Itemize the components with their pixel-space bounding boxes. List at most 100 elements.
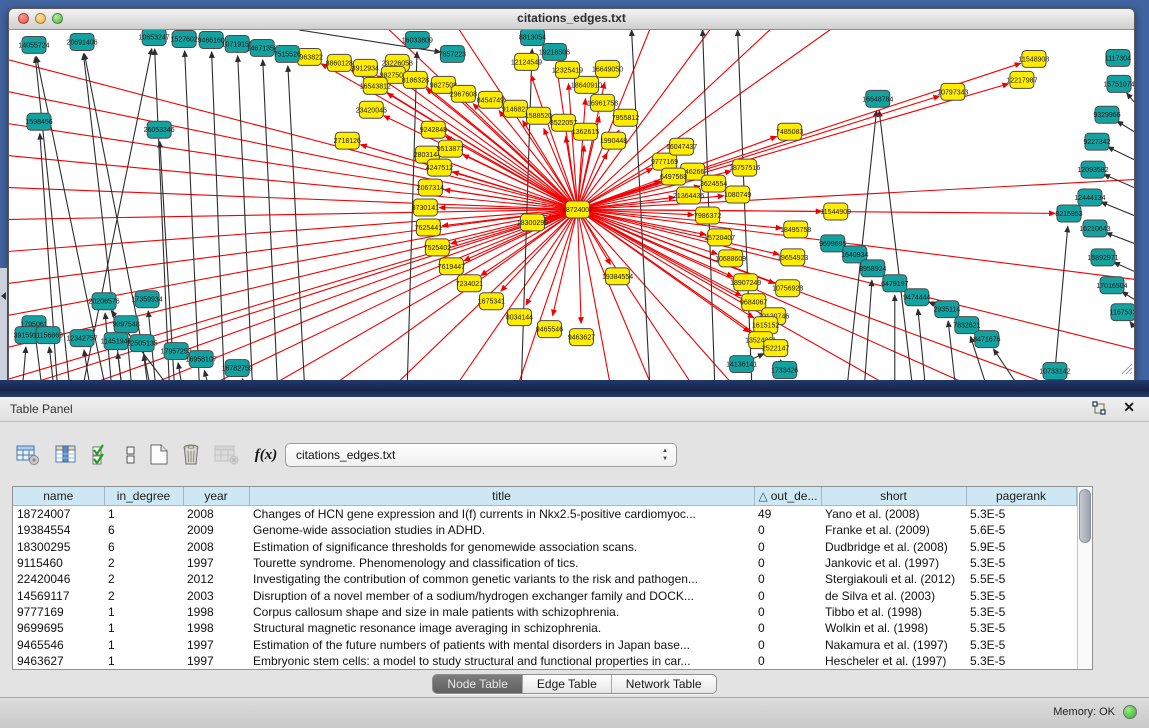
table-cell[interactable]: 2 (104, 555, 183, 571)
graph-node[interactable]: 2067314 (417, 179, 444, 196)
graph-node[interactable]: 12325419 (552, 61, 583, 78)
graph-node[interactable]: 16047437 (666, 138, 697, 155)
graph-node[interactable]: 8860128 (326, 54, 353, 71)
column-header[interactable]: title (249, 487, 754, 506)
table-cell[interactable]: 9777169 (13, 604, 104, 620)
memory-status-indicator[interactable] (1123, 705, 1137, 719)
table-cell[interactable]: 1997 (183, 636, 249, 652)
table-cell[interactable]: 0 (754, 620, 821, 636)
table-cell[interactable]: 2008 (183, 506, 249, 523)
table-cell[interactable]: 5.9E-5 (966, 539, 1076, 555)
table-cell[interactable]: 5.3E-5 (966, 604, 1076, 620)
graph-node[interactable]: 7485083 (776, 123, 803, 140)
table-cell[interactable]: 1997 (183, 653, 249, 669)
graph-node[interactable]: 16543812 (360, 77, 391, 94)
graph-node[interactable]: 1527602 (171, 30, 198, 47)
panel-divider[interactable] (0, 268, 7, 380)
column-header[interactable]: in_degree (104, 487, 183, 506)
table-cell[interactable]: 5.6E-5 (966, 522, 1076, 538)
graph-node[interactable]: 14055724 (18, 36, 49, 53)
table-cell[interactable]: Yano et al. (2008) (821, 506, 966, 523)
column-header[interactable]: name (13, 487, 104, 506)
table-cell[interactable]: 18300295 (13, 539, 104, 555)
table-cell[interactable]: 0 (754, 555, 821, 571)
graph-node[interactable]: 9777169 (651, 153, 678, 170)
graph-node[interactable]: 7986372 (694, 207, 721, 224)
table-row[interactable]: 2242004622012Investigating the contribut… (13, 571, 1076, 587)
graph-node[interactable]: 6497568 (660, 168, 687, 185)
table-cell[interactable]: 1998 (183, 604, 249, 620)
graph-node[interactable]: 16782759 (222, 360, 253, 377)
table-cell[interactable]: 5.3E-5 (966, 555, 1076, 571)
row-height-icon[interactable] (122, 441, 148, 469)
resize-grip-icon[interactable] (1119, 361, 1133, 380)
table-cell[interactable]: 9115460 (13, 555, 104, 571)
table-cell[interactable]: Embryonic stem cells: a model to study s… (249, 653, 754, 669)
graph-node[interactable]: 7955812 (612, 109, 639, 126)
table-cell[interactable]: 2012 (183, 571, 249, 587)
table-row[interactable]: 911546021997Tourette syndrome. Phenomeno… (13, 555, 1076, 571)
table-cell[interactable]: Estimation of significance thresholds fo… (249, 539, 754, 555)
graph-node[interactable]: 20691406 (66, 33, 97, 50)
graph-node[interactable]: 11548908 (1019, 50, 1050, 67)
table-cell[interactable]: Tourette syndrome. Phenomenology and cla… (249, 555, 754, 571)
graph-node[interactable]: 9329966 (1093, 106, 1120, 123)
table-cell[interactable]: Estimation of the future numbers of pati… (249, 636, 754, 652)
graph-node[interactable]: 18724007 (562, 201, 593, 218)
graph-node[interactable]: 9227342 (1083, 133, 1110, 150)
graph-node[interactable]: 18640910 (571, 76, 602, 93)
table-cell[interactable]: Franke et al. (2009) (821, 522, 966, 538)
table-cell[interactable]: Wolkin et al. (1998) (821, 620, 966, 636)
table-cell[interactable]: 2 (104, 571, 183, 587)
table-cell[interactable]: 9463627 (13, 653, 104, 669)
graph-node[interactable]: 8958924 (859, 260, 886, 277)
graph-node[interactable]: 12505135 (127, 335, 158, 352)
graph-node[interactable]: 17016504 (1096, 277, 1127, 294)
graph-node[interactable]: 1598456 (25, 113, 52, 130)
graph-node[interactable]: 9513877 (437, 140, 464, 157)
graph-node[interactable]: 2935114 (933, 301, 960, 318)
graph-node[interactable]: 8215953 (1055, 205, 1082, 222)
table-cell[interactable]: 0 (754, 636, 821, 652)
table-row[interactable]: 1456911722003Disruption of a novel membe… (13, 587, 1076, 603)
graph-node[interactable]: 1733426 (771, 362, 798, 379)
graph-node[interactable]: 4247512 (426, 159, 453, 176)
graph-node[interactable]: 12124549 (511, 53, 542, 70)
table-cell[interactable]: Stergiakouli et al. (2012) (821, 571, 966, 587)
table-cell[interactable]: 2 (104, 587, 183, 603)
float-panel-icon[interactable] (1091, 401, 1107, 417)
table-row[interactable]: 1938455462009Genome-wide association stu… (13, 522, 1076, 538)
graph-node[interactable]: 10653247 (139, 30, 170, 45)
table-cell[interactable]: 1998 (183, 620, 249, 636)
graph-node[interactable]: 8186328 (402, 71, 429, 88)
graph-node[interactable]: 11156869 (33, 327, 63, 344)
graph-node[interactable]: 7619447 (438, 258, 465, 275)
table-cell[interactable]: 9699695 (13, 620, 104, 636)
tab-node-table[interactable]: Node Table (433, 675, 522, 693)
table-cell[interactable]: 2008 (183, 539, 249, 555)
table-cell[interactable]: 1 (104, 604, 183, 620)
graph-node[interactable]: 18300295 (517, 214, 548, 231)
table-cell[interactable]: Corpus callosum shape and size in male p… (249, 604, 754, 620)
graph-node[interactable]: 9242848 (420, 121, 447, 138)
graph-node[interactable]: 18907249 (730, 274, 761, 291)
table-cell[interactable]: 0 (754, 539, 821, 555)
table-mode-icon[interactable] (14, 441, 40, 469)
graph-node[interactable]: 9465546 (536, 321, 563, 338)
delete-columns-icon[interactable] (178, 441, 204, 469)
table-cell[interactable]: 2009 (183, 522, 249, 538)
graph-node[interactable]: 8454749 (477, 91, 504, 108)
graph-node[interactable]: 8471676 (973, 331, 1000, 348)
graph-node[interactable]: 1080749 (724, 186, 751, 203)
table-row[interactable]: 946362711997Embryonic stem cells: a mode… (13, 653, 1076, 669)
table-cell[interactable]: de Silva et al. (2003) (821, 587, 966, 603)
graph-node[interactable]: 11544909 (820, 203, 851, 220)
table-cell[interactable]: Nakamura et al. (1997) (821, 636, 966, 652)
tab-edge-table[interactable]: Edge Table (522, 675, 611, 693)
table-cell[interactable]: 0 (754, 587, 821, 603)
table-cell[interactable]: 1 (104, 653, 183, 669)
table-cell[interactable]: 1 (104, 636, 183, 652)
table-row[interactable]: 1872400712008Changes of HCN gene express… (13, 506, 1076, 523)
function-builder-icon[interactable]: f(x) (250, 441, 282, 469)
graph-node[interactable]: 19384554 (602, 268, 633, 285)
